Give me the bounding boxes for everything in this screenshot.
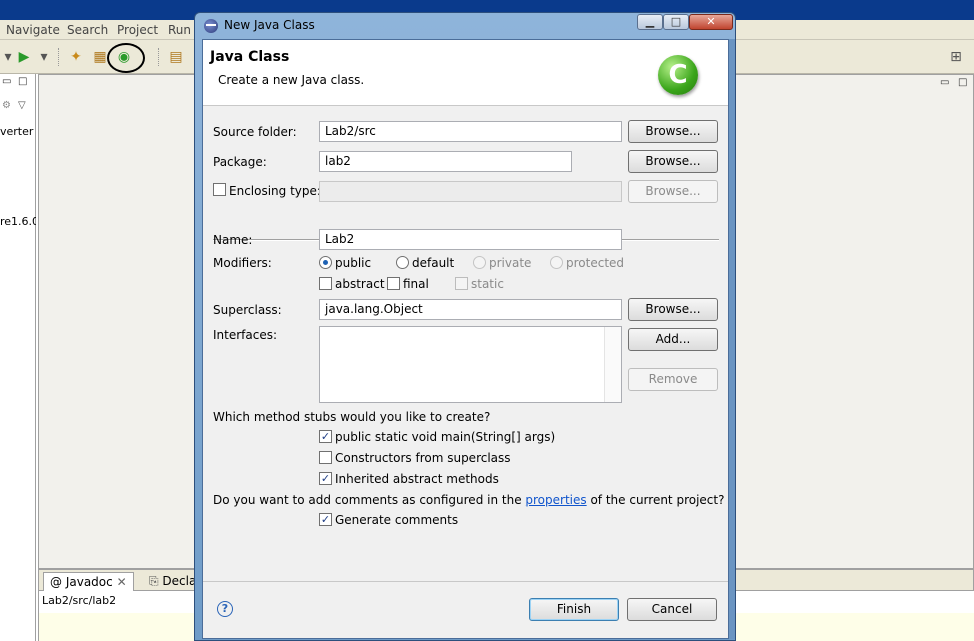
- at-icon: @: [50, 575, 66, 589]
- tree-item[interactable]: re1.6.0: [0, 215, 36, 228]
- close-button[interactable]: ✕: [689, 14, 733, 30]
- wizard-subtitle: Create a new Java class.: [218, 73, 365, 87]
- tab-label: Decla: [162, 574, 197, 588]
- superclass-browse-button[interactable]: Browse...: [628, 298, 718, 321]
- source-folder-label: Source folder:: [213, 125, 297, 139]
- final-checkbox-label: final: [403, 277, 429, 291]
- comments-question: Do you want to add comments as configure…: [213, 493, 724, 507]
- maximize-button[interactable]: □: [663, 14, 689, 30]
- main-method-label: public static void main(String[] args): [335, 430, 556, 444]
- menu-project[interactable]: Project: [117, 23, 158, 37]
- inherited-methods-label: Inherited abstract methods: [335, 472, 499, 486]
- new-package-icon[interactable]: ▦: [92, 49, 108, 65]
- modifiers-label: Modifiers:: [213, 256, 272, 270]
- dialog-titlebar[interactable]: New Java Class ▁ □ ✕: [195, 13, 735, 39]
- interfaces-list[interactable]: [319, 326, 622, 403]
- logo-letter: C: [668, 60, 688, 90]
- source-folder-input[interactable]: Lab2/src: [319, 121, 622, 142]
- default-radio-label: default: [412, 256, 455, 270]
- name-label: Name:: [213, 233, 253, 247]
- constructors-checkbox[interactable]: [319, 451, 332, 464]
- interfaces-label: Interfaces:: [213, 328, 278, 342]
- stubs-question: Which method stubs would you like to cre…: [213, 410, 491, 424]
- java-class-logo-icon: C: [658, 55, 698, 95]
- run-icon[interactable]: ▶: [16, 49, 32, 65]
- menu-navigate[interactable]: Navigate: [6, 23, 60, 37]
- package-browse-button[interactable]: Browse...: [628, 150, 718, 173]
- finish-button[interactable]: Finish: [529, 598, 619, 621]
- enclosing-type-label: Enclosing type:: [229, 184, 321, 198]
- properties-link[interactable]: properties: [525, 493, 586, 507]
- button-bar-separator: [203, 581, 728, 582]
- static-checkbox-label: static: [471, 277, 504, 291]
- generate-comments-checkbox[interactable]: ✓: [319, 513, 332, 526]
- superclass-label: Superclass:: [213, 303, 282, 317]
- view-menu-icon[interactable]: ⚙: [2, 100, 11, 111]
- menu-search[interactable]: Search: [67, 23, 108, 37]
- superclass-input[interactable]: java.lang.Object: [319, 299, 622, 320]
- protected-radio[interactable]: [550, 256, 563, 269]
- static-checkbox[interactable]: [455, 277, 468, 290]
- minimize-icon[interactable]: ▭: [940, 77, 949, 88]
- annotation-circle: [107, 43, 145, 73]
- declaration-icon: ⎘: [149, 574, 163, 588]
- dialog-body: Java Class Create a new Java class. C So…: [202, 39, 729, 639]
- tab-label: Javadoc: [65, 575, 113, 589]
- comments-question-suffix: of the current project?: [586, 493, 725, 507]
- dialog-edge: [729, 39, 735, 639]
- new-project-icon[interactable]: ✦: [68, 49, 84, 65]
- open-perspective-icon[interactable]: ⊞: [948, 49, 964, 65]
- menu-run[interactable]: Run: [168, 23, 191, 37]
- tree-item[interactable]: verter: [0, 125, 36, 138]
- package-input[interactable]: lab2: [319, 151, 572, 172]
- private-radio[interactable]: [473, 256, 486, 269]
- protected-radio-label: protected: [566, 256, 625, 270]
- abstract-checkbox-label: abstract: [335, 277, 385, 291]
- cancel-button[interactable]: Cancel: [627, 598, 717, 621]
- default-radio[interactable]: [396, 256, 409, 269]
- minimize-button[interactable]: ▁: [637, 14, 663, 30]
- wizard-header: Java Class Create a new Java class. C: [203, 40, 728, 106]
- inherited-methods-checkbox[interactable]: ✓: [319, 472, 332, 485]
- interfaces-scrollbar[interactable]: [604, 327, 621, 402]
- enclosing-type-browse-button[interactable]: Browse...: [628, 180, 718, 203]
- package-label: Package:: [213, 155, 267, 169]
- remove-interface-button[interactable]: Remove: [628, 368, 718, 391]
- new-java-class-dialog: New Java Class ▁ □ ✕ Java Class Create a…: [194, 12, 736, 641]
- public-radio[interactable]: [319, 256, 332, 269]
- generate-comments-label: Generate comments: [335, 513, 459, 527]
- source-folder-browse-button[interactable]: Browse...: [628, 120, 718, 143]
- name-input[interactable]: Lab2: [319, 229, 622, 250]
- dialog-title: New Java Class: [224, 18, 315, 32]
- toolbar-separator: [158, 48, 159, 66]
- dropdown-arrow-icon[interactable]: ▾: [0, 49, 16, 65]
- maximize-icon[interactable]: □: [18, 76, 27, 87]
- view-dropdown-icon[interactable]: ▽: [18, 100, 26, 111]
- package-explorer-pane: ▭ □ ⚙ ▽ verter re1.6.0: [0, 74, 36, 641]
- close-icon[interactable]: ✕: [117, 575, 127, 589]
- main-method-checkbox[interactable]: ✓: [319, 430, 332, 443]
- enclosing-type-checkbox[interactable]: [213, 183, 226, 196]
- enclosing-type-input[interactable]: [319, 181, 622, 202]
- tab-javadoc[interactable]: @ Javadoc ✕: [43, 572, 134, 592]
- private-radio-label: private: [489, 256, 532, 270]
- final-checkbox[interactable]: [387, 277, 400, 290]
- add-interface-button[interactable]: Add...: [628, 328, 718, 351]
- wizard-title: Java Class: [210, 49, 290, 65]
- minimize-icon[interactable]: ▭: [2, 76, 11, 87]
- public-radio-label: public: [335, 256, 372, 270]
- abstract-checkbox[interactable]: [319, 277, 332, 290]
- help-icon[interactable]: ?: [217, 601, 233, 617]
- maximize-icon[interactable]: □: [958, 77, 967, 88]
- run-dropdown-icon[interactable]: ▾: [36, 49, 52, 65]
- eclipse-icon: [204, 19, 218, 33]
- open-type-icon[interactable]: ▤: [168, 49, 184, 65]
- comments-question-prefix: Do you want to add comments as configure…: [213, 493, 526, 507]
- toolbar-separator: [58, 48, 59, 66]
- constructors-label: Constructors from superclass: [335, 451, 511, 465]
